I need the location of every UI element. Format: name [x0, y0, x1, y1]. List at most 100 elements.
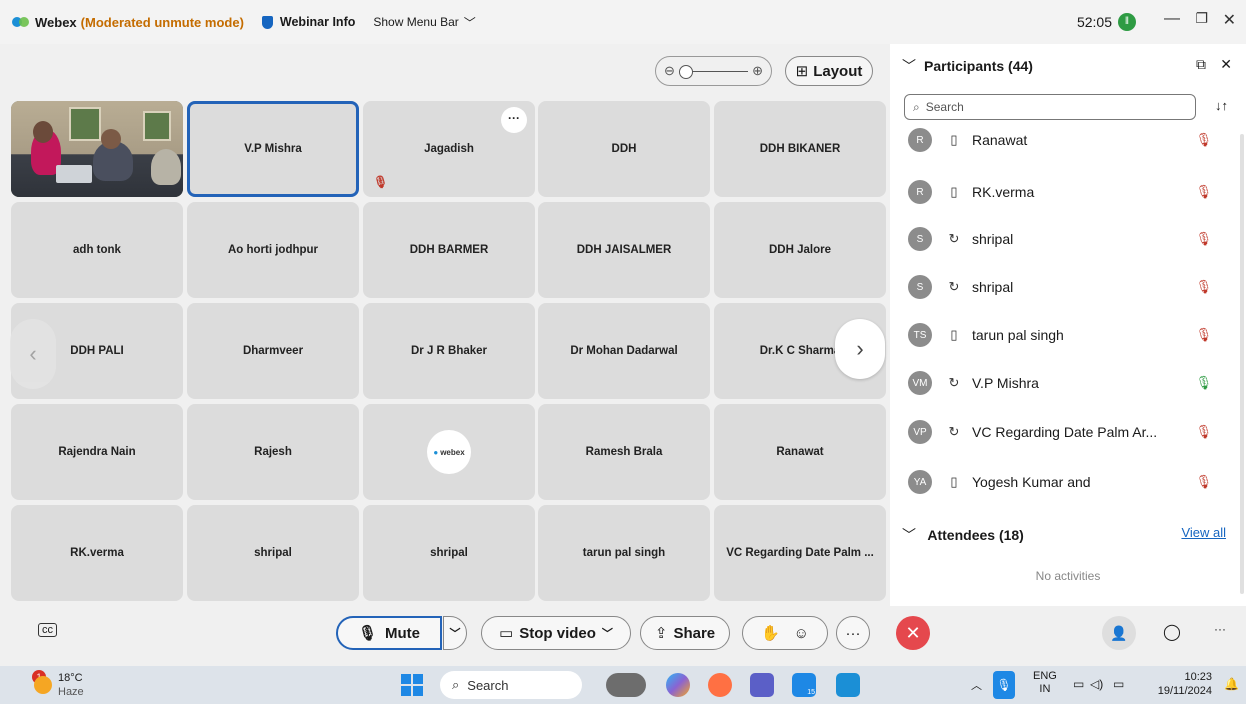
popout-icon[interactable]: ⧉: [1196, 56, 1206, 73]
mic-muted-icon[interactable]: 🎙: [1195, 184, 1212, 200]
zoom-track[interactable]: [678, 64, 749, 79]
participant-row[interactable]: R ▯ RK.verma 🎙: [908, 178, 1228, 206]
share-button[interactable]: ⇪ Share: [640, 616, 730, 650]
close-icon[interactable]: ✕: [1223, 10, 1236, 30]
participant-row[interactable]: R ▯ Ranawat 🎙: [908, 126, 1228, 154]
more-options-button[interactable]: ···: [501, 107, 527, 133]
participant-row[interactable]: VP ↻ VC Regarding Date Palm Ar... 🎙: [908, 418, 1228, 446]
chevron-down-icon[interactable]: ﹀: [902, 527, 916, 543]
mic-muted-icon[interactable]: 🎙: [1195, 231, 1212, 247]
chevron-down-icon[interactable]: ﹀: [902, 56, 916, 76]
animal-widget-icon[interactable]: [606, 673, 646, 697]
minimize-icon[interactable]: —: [1164, 10, 1180, 28]
mute-button[interactable]: 🎙 Mute: [336, 616, 442, 650]
stop-video-button[interactable]: ▭ Stop video ﹀: [481, 616, 631, 650]
webinar-info-button[interactable]: Webinar Info: [261, 15, 355, 29]
view-all-link[interactable]: View all: [1181, 525, 1226, 540]
notifications-icon[interactable]: 🔔: [1224, 677, 1239, 691]
mic-muted-icon[interactable]: 🎙: [1195, 327, 1212, 343]
restore-icon[interactable]: ❐: [1195, 10, 1208, 27]
language-indicator[interactable]: ENG IN: [1033, 670, 1057, 696]
video-tile[interactable]: DDH BARMER: [363, 202, 535, 298]
video-tile[interactable]: VC Regarding Date Palm ...: [714, 505, 886, 601]
search-icon: ⌕: [452, 677, 460, 692]
video-tile[interactable]: tarun pal singh: [538, 505, 710, 601]
phone-icon: ▯: [950, 184, 958, 199]
video-tile[interactable]: DDH JAISALMER: [538, 202, 710, 298]
chevron-down-icon[interactable]: ﹀: [602, 625, 613, 641]
network-icon[interactable]: ▭: [1073, 677, 1084, 691]
app-name: Webex: [35, 14, 77, 30]
taskbar-search[interactable]: ⌕ Search: [440, 671, 582, 699]
participant-row[interactable]: TS ▯ tarun pal singh 🎙: [908, 321, 1228, 349]
participant-row[interactable]: VM ↻ V.P Mishra 🎙: [908, 369, 1228, 397]
panel-scrollbar[interactable]: [1240, 134, 1244, 594]
no-activities-text: No activities: [1035, 569, 1101, 583]
video-tile[interactable]: Dharmveer: [187, 303, 359, 399]
chevron-up-icon[interactable]: ︿: [971, 677, 982, 693]
video-tile[interactable]: Ao horti jodhpur: [187, 202, 359, 298]
microphone-tray-icon[interactable]: 🎙: [993, 671, 1015, 699]
previous-page-button[interactable]: ‹: [10, 319, 56, 389]
participant-row[interactable]: S ↻ shripal 🎙: [908, 273, 1228, 301]
video-tile[interactable]: adh tonk: [11, 202, 183, 298]
closed-captions-icon[interactable]: cc: [38, 623, 57, 637]
raise-hand-icon[interactable]: ✋: [761, 624, 780, 642]
zoom-out-icon[interactable]: ⊖: [664, 63, 675, 79]
end-meeting-button[interactable]: ✕: [896, 616, 930, 650]
video-tile[interactable]: Jagadish ··· 🎙: [363, 101, 535, 197]
connection-signal-icon[interactable]: ‖: [1118, 13, 1136, 31]
attendees-header[interactable]: ﹀ Attendees (18): [902, 525, 1024, 545]
participant-row[interactable]: S ↻ shripal 🎙: [908, 225, 1228, 253]
participant-search-input[interactable]: ⌕ Search: [904, 94, 1196, 120]
participant-row[interactable]: YA ▯ Yogesh Kumar and 🎙: [908, 468, 1228, 496]
video-tile[interactable]: shripal: [187, 505, 359, 601]
video-tile-self[interactable]: [11, 101, 183, 197]
show-menu-bar-button[interactable]: Show Menu Bar ﹀: [373, 14, 475, 31]
webex-taskbar-icon[interactable]: [836, 673, 860, 697]
clock[interactable]: 10:23 19/11/2024: [1146, 670, 1212, 698]
zoom-in-icon[interactable]: ⊕: [752, 63, 763, 79]
chevron-down-icon: ﹀: [463, 15, 476, 30]
close-panel-icon[interactable]: ✕: [1220, 56, 1232, 73]
video-tile[interactable]: ● webex: [363, 404, 535, 500]
video-tile[interactable]: Ramesh Brala: [538, 404, 710, 500]
teams-icon[interactable]: [750, 673, 774, 697]
video-tile[interactable]: DDH Jalore: [714, 202, 886, 298]
video-tile[interactable]: DDH: [538, 101, 710, 197]
video-tile[interactable]: Rajesh: [187, 404, 359, 500]
emoji-reaction-icon[interactable]: ☺: [794, 625, 809, 642]
battery-icon[interactable]: ▭: [1113, 677, 1124, 691]
video-tile[interactable]: V.P Mishra: [187, 101, 359, 197]
zoom-slider[interactable]: ⊖ ⊕: [655, 56, 772, 86]
copilot-icon[interactable]: [666, 673, 690, 697]
more-panels-icon[interactable]: ···: [1214, 622, 1226, 636]
participants-header[interactable]: ﹀ Participants (44): [902, 56, 1033, 76]
participants-toggle-button[interactable]: 👤: [1102, 616, 1136, 650]
mic-muted-icon[interactable]: 🎙: [1195, 474, 1212, 490]
participants-panel: ﹀ Participants (44) ⧉ ✕ ⌕ Search ↓↑ R ▯ …: [890, 44, 1246, 606]
video-tile[interactable]: shripal: [363, 505, 535, 601]
mic-muted-icon[interactable]: 🎙: [1195, 279, 1212, 295]
video-tile[interactable]: Ranawat: [714, 404, 886, 500]
video-tile[interactable]: Dr Mohan Dadarwal: [538, 303, 710, 399]
mic-unmuted-icon[interactable]: 🎙: [1195, 375, 1212, 391]
video-tile[interactable]: DDH BIKANER: [714, 101, 886, 197]
audio-options-button[interactable]: ﹀: [443, 616, 467, 650]
zoom-knob[interactable]: [678, 64, 693, 79]
windows-start-icon[interactable]: [401, 674, 423, 696]
video-tile[interactable]: Rajendra Nain: [11, 404, 183, 500]
mic-muted-icon[interactable]: 🎙: [1195, 132, 1212, 148]
calendar-app-icon[interactable]: 15: [792, 673, 816, 697]
more-options-button[interactable]: ···: [836, 616, 870, 650]
video-tile[interactable]: RK.verma: [11, 505, 183, 601]
layout-button[interactable]: ⊞ Layout: [785, 56, 873, 86]
mic-muted-icon[interactable]: 🎙: [1195, 424, 1212, 440]
chat-icon[interactable]: ◯: [1163, 622, 1181, 642]
tile-name: RK.verma: [70, 547, 124, 559]
firefox-icon[interactable]: [708, 673, 732, 697]
sort-icon[interactable]: ↓↑: [1215, 98, 1228, 113]
video-tile[interactable]: Dr J R Bhaker: [363, 303, 535, 399]
volume-icon[interactable]: ◁): [1090, 677, 1103, 691]
next-page-button[interactable]: ›: [835, 319, 885, 379]
